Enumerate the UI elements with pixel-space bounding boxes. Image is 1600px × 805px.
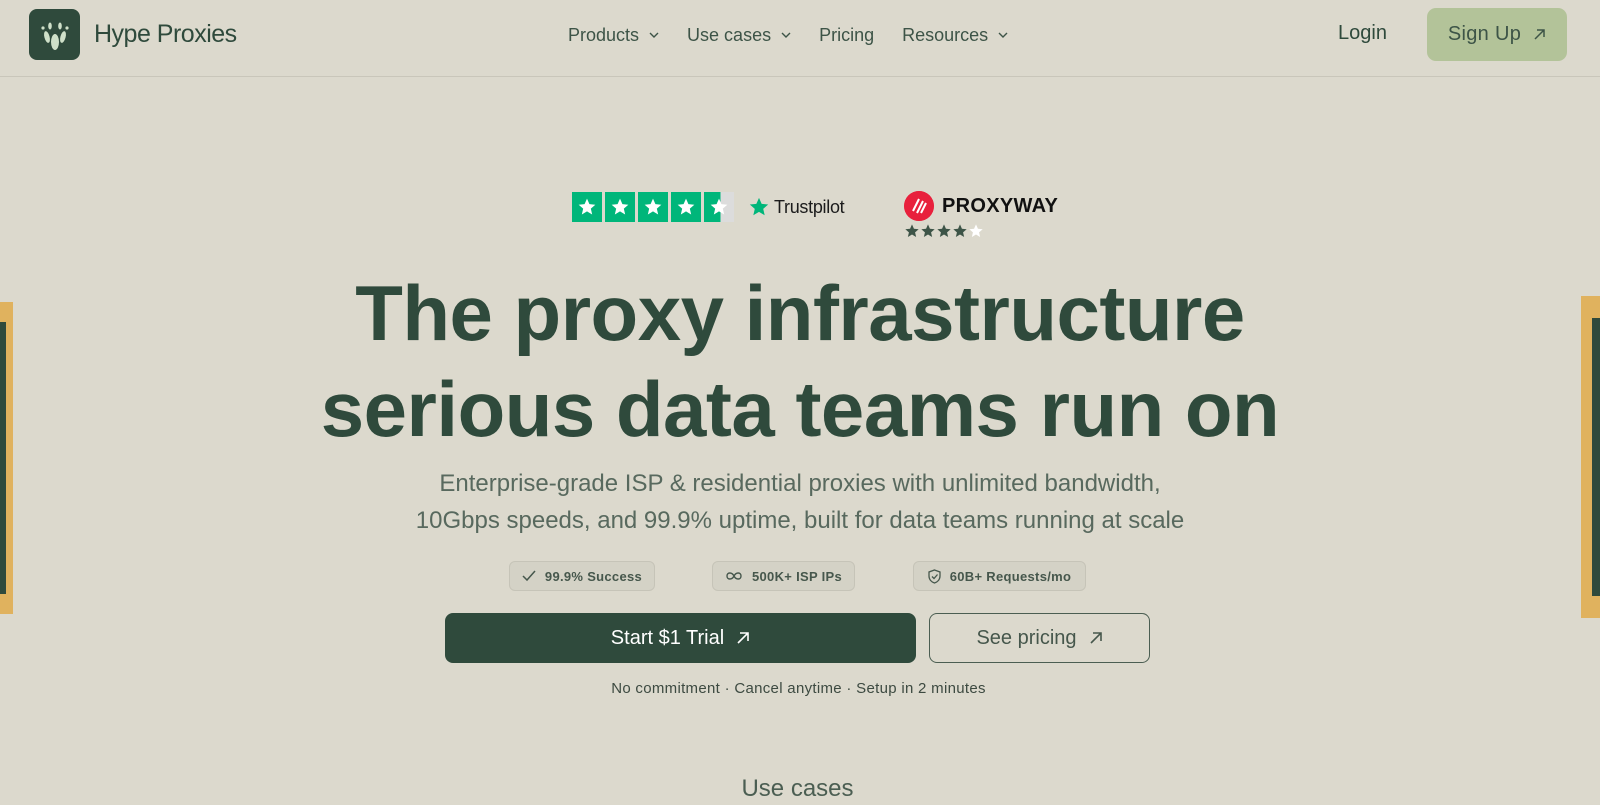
main-menu: Products Use cases Pricing Resources	[568, 0, 1036, 70]
nav-item-pricing[interactable]: Pricing	[819, 25, 874, 46]
infinity-icon	[726, 572, 742, 580]
arrow-up-right-icon	[1534, 29, 1545, 40]
nav-item-label: Use cases	[687, 24, 772, 45]
signup-label: Sign Up	[1447, 23, 1522, 45]
see-pricing-label: See pricing	[976, 626, 1077, 649]
brand-logo[interactable]: Hype Proxies	[29, 9, 237, 60]
hero-subtitle: Enterprise-grade ISP & residential proxi…	[0, 465, 1600, 539]
star-icon	[572, 192, 602, 222]
hero-headline-line: serious data teams run on	[320, 365, 1280, 453]
arrow-up-right-icon	[737, 632, 749, 644]
chevron-down-icon	[998, 32, 1008, 38]
trustpilot-star-icon	[749, 197, 769, 216]
stat-badge: 99.9% Success	[509, 561, 655, 591]
start-trial-button[interactable]: Start $1 Trial	[445, 613, 916, 663]
proxyway-label: PROXYWAY	[942, 194, 1059, 217]
proxyway-logo-icon	[904, 191, 934, 221]
hero-subtitle-line: Enterprise-grade ISP & residential proxi…	[439, 470, 1161, 497]
stat-badge: 500K+ ISP IPs	[712, 561, 855, 591]
start-trial-label: Start $1 Trial	[610, 626, 725, 649]
trustpilot-label: Trustpilot	[774, 196, 845, 217]
nav-item-resources[interactable]: Resources	[902, 25, 1008, 46]
signup-button[interactable]: Sign Up	[1427, 8, 1567, 61]
arrow-up-right-icon	[1089, 632, 1102, 644]
brand-logo-icon	[29, 9, 80, 60]
proxyway-stars	[904, 223, 1058, 239]
star-icon	[671, 192, 701, 222]
star-icon	[605, 192, 635, 222]
stat-badge: 60B+ Requests/mo	[913, 561, 1086, 591]
stat-badge-label: 60B+ Requests/mo	[949, 568, 1072, 584]
nav-item-label: Resources	[902, 24, 989, 45]
brand-name: Hype Proxies	[94, 20, 237, 48]
login-link[interactable]: Login	[1338, 22, 1387, 45]
star-icon	[937, 224, 951, 237]
check-icon	[522, 570, 536, 582]
star-half-icon	[704, 192, 734, 222]
star-icon	[953, 224, 967, 237]
stat-badge-label: 99.9% Success	[544, 568, 643, 584]
star-empty-icon	[969, 224, 983, 237]
cta-note: No commitment · Cancel anytime · Setup i…	[611, 680, 986, 697]
star-icon	[638, 192, 668, 222]
star-icon	[905, 224, 919, 237]
trustpilot-brand[interactable]: Trustpilot	[748, 196, 845, 218]
nav-item-label: Products	[568, 24, 640, 45]
top-nav: Hype Proxies Products Use cases Pricing …	[0, 0, 1600, 77]
star-icon	[921, 224, 935, 237]
stat-badge-label: 500K+ ISP IPs	[751, 568, 843, 584]
hero-headline-line: The proxy infrastructure	[355, 269, 1245, 357]
proxyway-rating[interactable]: PROXYWAY	[904, 191, 1058, 239]
shield-icon	[928, 568, 941, 584]
nav-item-label: Pricing	[819, 24, 875, 45]
chevron-down-icon	[781, 32, 791, 38]
section-title-use-cases: Use cases	[741, 775, 854, 802]
hero-headline: The proxy infrastructure serious data te…	[0, 265, 1600, 457]
hero-subtitle-line: 10Gbps speeds, and 99.9% uptime, built f…	[415, 507, 1185, 534]
trustpilot-stars	[572, 192, 737, 222]
nav-item-use-cases[interactable]: Use cases	[687, 25, 791, 46]
chevron-down-icon	[649, 32, 659, 38]
nav-item-products[interactable]: Products	[568, 25, 659, 46]
see-pricing-button[interactable]: See pricing	[929, 613, 1150, 663]
